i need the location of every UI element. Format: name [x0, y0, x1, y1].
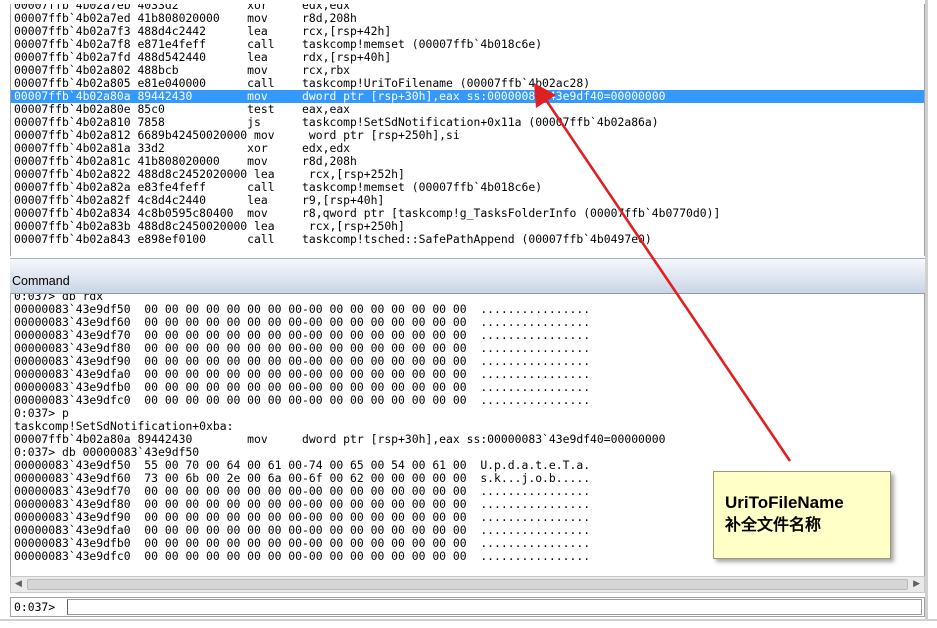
scroll-right-arrow-icon[interactable]: ▶	[913, 579, 920, 589]
callout-subtitle: 补全文件名称	[725, 515, 822, 534]
command-prompt-row: 0:037>	[10, 597, 925, 617]
annotation-callout: UriToFileName 补全文件名称	[713, 471, 891, 559]
scroll-left-arrow-icon[interactable]: ◀	[15, 579, 22, 589]
command-prompt-label: 0:037>	[14, 600, 56, 614]
command-output-line: 00000083`43e9dfc0 00 00 00 00 00 00 00 0…	[14, 393, 591, 407]
window-frame-right	[925, 0, 928, 620]
scrollbar-thumb[interactable]	[27, 579, 908, 590]
command-window-titlebar[interactable]: Command	[10, 258, 925, 294]
command-input[interactable]	[67, 599, 922, 615]
disassembly-pane[interactable]: 00007ffb`4b02a7eb 4033d2 xor edx,edx 0000…	[10, 4, 925, 256]
window-frame-bottom	[0, 619, 937, 621]
callout-title: UriToFileName	[725, 493, 844, 512]
horizontal-scrollbar[interactable]: ◀ ▶	[10, 576, 925, 593]
command-window-title: Command	[12, 274, 70, 288]
disasm-line[interactable]: 00007ffb`4b02a843 e898ef0100 call taskco…	[11, 233, 924, 246]
